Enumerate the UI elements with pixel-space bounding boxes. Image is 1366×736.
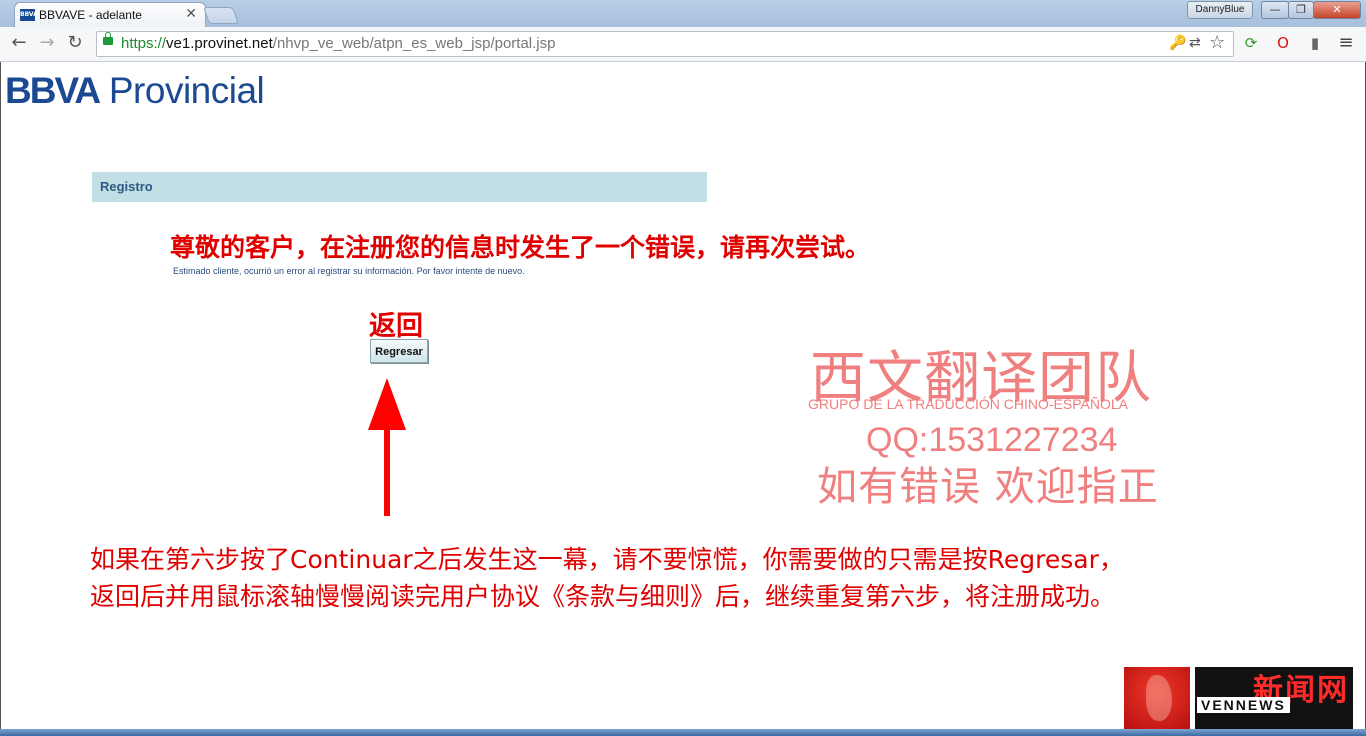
instruction-line-2: 返回后并用鼠标滚轴慢慢阅读完用户协议《条款与细则》后，继续重复第六步，将注册成功… xyxy=(90,582,1116,611)
url-path: /nhvp_ve_web/atpn_es_web_jsp/portal.jsp xyxy=(272,35,556,52)
extension-tool-icon[interactable]: ▮ xyxy=(1305,33,1325,53)
windows-taskbar xyxy=(0,729,1366,736)
watermark-welcome: 如有错误 欢迎指正 xyxy=(817,464,1159,510)
red-arrow-head-icon xyxy=(368,378,406,430)
forward-arrow-icon[interactable]: → xyxy=(36,32,58,54)
instruction-line-1: 如果在第六步按了Continuar之后发生这一幕，请不要惊慌，你需要做的只需是按… xyxy=(90,545,1124,574)
key-icon[interactable]: 🔑 xyxy=(1169,35,1186,51)
bbva-favicon-icon: BBVA xyxy=(20,9,38,21)
url-scheme: https:// xyxy=(121,35,167,52)
tab-title: BBVAVE - adelante xyxy=(39,8,142,22)
red-arrow-shaft xyxy=(384,428,390,516)
registro-header: Registro xyxy=(92,172,707,202)
maximize-button[interactable]: ❐ xyxy=(1288,1,1314,19)
annotation-back-zh: 返回 xyxy=(369,311,423,342)
extension-refresh-icon[interactable]: ⟳ xyxy=(1241,33,1261,53)
opera-extension-icon[interactable]: O xyxy=(1273,33,1293,53)
news-badge-en: VENNEWS xyxy=(1197,697,1290,713)
translate-icon[interactable]: ⇄ xyxy=(1189,35,1201,51)
viewport-border-left xyxy=(0,62,1,732)
browser-tab[interactable]: BBVA BBVAVE - adelante ✕ xyxy=(14,2,206,28)
new-tab-button[interactable] xyxy=(202,7,240,24)
watermark-subtitle: GRUPO DE LA TRADUCCIÓN CHINO-ESPAÑOLA xyxy=(808,396,1128,412)
close-window-button[interactable]: ✕ xyxy=(1313,1,1361,19)
tab-close-icon[interactable]: ✕ xyxy=(185,6,197,22)
address-bar[interactable]: https://ve1.provinet.net/nhvp_ve_web/atp… xyxy=(96,31,1234,57)
logo-bbva: BBVA xyxy=(5,70,101,111)
bbva-provincial-logo: BBVA Provincial xyxy=(5,70,265,112)
minimize-button[interactable]: — xyxy=(1261,1,1289,19)
news-logo-icon xyxy=(1124,667,1190,729)
url-text[interactable]: https://ve1.provinet.net/nhvp_ve_web/atp… xyxy=(121,35,555,52)
news-badge: 新闻网 VENNEWS xyxy=(1195,667,1353,729)
profile-button[interactable]: DannyBlue xyxy=(1187,1,1253,19)
lock-icon xyxy=(103,32,113,45)
error-message: Estimado cliente, ocurrió un error al re… xyxy=(173,266,525,276)
back-arrow-icon[interactable]: ← xyxy=(8,32,30,54)
annotation-error-zh: 尊敬的客户，在注册您的信息时发生了一个错误，请再次尝试。 xyxy=(170,233,871,262)
window-titlebar: BBVA BBVAVE - adelante ✕ DannyBlue — ❐ ✕ xyxy=(0,0,1366,28)
bookmark-star-icon[interactable]: ☆ xyxy=(1209,32,1225,53)
reload-icon[interactable]: ↻ xyxy=(64,32,86,54)
panel-title: Registro xyxy=(100,179,153,194)
regresar-button[interactable]: Regresar xyxy=(370,339,428,363)
browser-menu-icon[interactable]: ≡ xyxy=(1336,33,1356,53)
logo-provincial: Provincial xyxy=(108,70,265,111)
browser-toolbar: ← → ↻ https://ve1.provinet.net/nhvp_ve_w… xyxy=(0,27,1366,62)
url-host: ve1.provinet.net xyxy=(166,35,273,52)
